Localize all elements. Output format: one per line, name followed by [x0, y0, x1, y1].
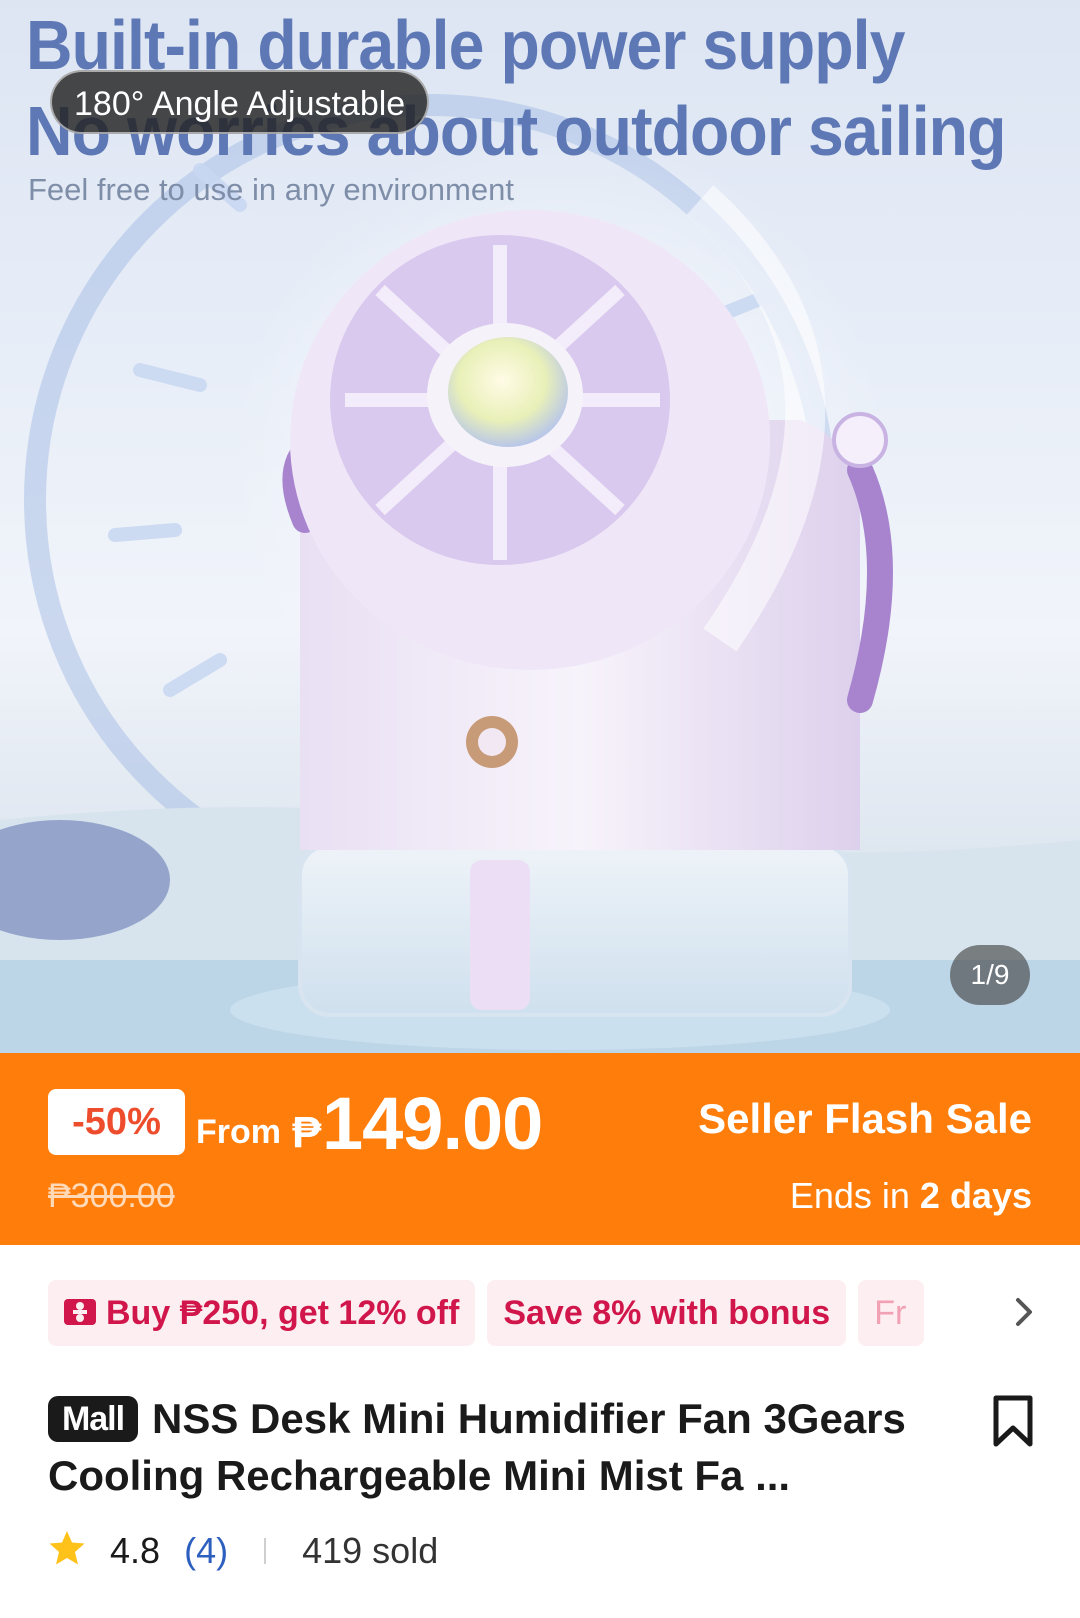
voucher-icon — [64, 1299, 96, 1326]
discount-badge: -50% — [48, 1089, 185, 1155]
image-counter: 1/9 — [950, 945, 1030, 1005]
flash-sale-title: Seller Flash Sale — [698, 1095, 1032, 1142]
countdown-value: 2 days — [919, 1175, 1032, 1216]
star-icon — [49, 1531, 85, 1565]
hero-subtitle: Feel free to use in any environment — [28, 172, 514, 207]
bookmark-icon[interactable] — [990, 1394, 1036, 1448]
promo-chip-label: Fr — [874, 1294, 907, 1332]
price-from-label: From — [196, 1113, 281, 1151]
rating-count-link[interactable]: (4) — [184, 1526, 228, 1576]
countdown-prefix: Ends in — [789, 1175, 910, 1216]
original-price: ₱300.00 — [48, 1177, 175, 1215]
promo-chip-bundle-discount[interactable]: Buy ₱250, get 12% off — [48, 1280, 476, 1346]
divider — [264, 1538, 267, 1565]
sale-price: 149.00 — [322, 1082, 543, 1165]
promo-chips: Buy ₱250, get 12% off Save 8% with bonus… — [48, 1280, 1038, 1346]
rating-value: 4.8 — [110, 1530, 161, 1572]
rating-row[interactable]: 4.8 (4) 419 sold — [48, 1524, 438, 1574]
product-title: NSS Desk Mini Humidifier Fan 3Gears Cool… — [48, 1395, 906, 1499]
chevron-right-icon[interactable] — [1008, 1292, 1040, 1332]
sold-count: 419 sold — [302, 1530, 439, 1572]
promo-chip-label: Buy ₱250, get 12% off — [106, 1294, 460, 1332]
promo-chip-label: Save 8% with bonus — [503, 1294, 831, 1332]
price-currency: ₱ — [292, 1108, 322, 1157]
angle-adjustable-badge: 180° Angle Adjustable — [50, 70, 430, 134]
flash-sale-bar[interactable]: -50% From ₱ 149.00 ₱300.00 Seller Flash … — [0, 1053, 1080, 1245]
product-image-carousel[interactable]: Built-in durable power supply No worries… — [0, 0, 1080, 1053]
flash-sale-countdown: Ends in 2 days — [790, 1175, 1032, 1217]
promo-chip-partial[interactable]: Fr — [858, 1280, 925, 1346]
promo-chip-bonus[interactable]: Save 8% with bonus — [487, 1280, 847, 1346]
